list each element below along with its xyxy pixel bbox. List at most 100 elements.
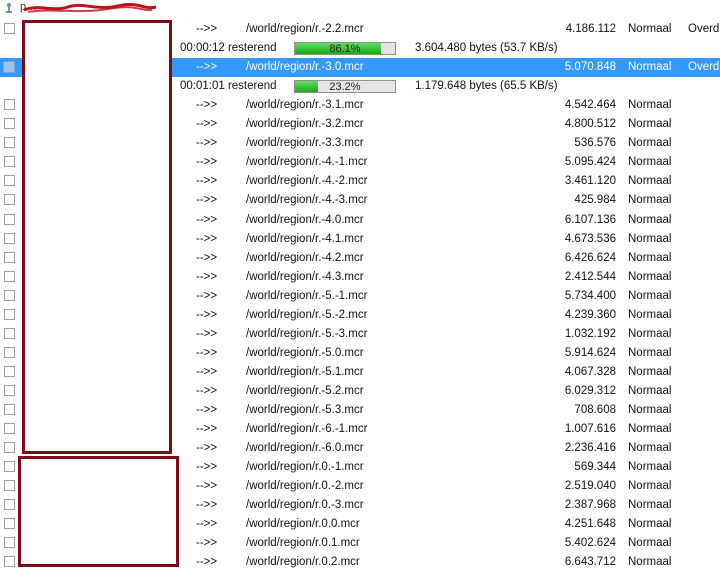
row-checkbox[interactable]	[4, 156, 15, 168]
remote-file-path: /world/region/r.-5.-2.mcr	[246, 308, 368, 321]
row-checkbox[interactable]	[4, 327, 15, 339]
file-size: 425.984	[574, 194, 616, 207]
time-remaining: 00:01:01 resterend	[180, 80, 277, 93]
remote-file-path: /world/region/r.-5.1.mcr	[246, 365, 364, 378]
file-size: 4.186.112	[565, 23, 616, 35]
row-checkbox[interactable]	[4, 365, 15, 377]
direction-arrow: -->>	[196, 461, 218, 474]
bytes-transferred: 3.604.480 bytes (53.7 KB/s)	[415, 42, 558, 55]
row-checkbox[interactable]	[4, 499, 15, 511]
remote-file-path: /world/region/r.-2.2.mcr	[246, 23, 364, 35]
row-checkbox[interactable]	[3, 61, 15, 74]
direction-arrow: -->>	[196, 270, 218, 283]
redaction-box-lower	[18, 456, 179, 567]
row-checkbox[interactable]	[4, 251, 15, 263]
file-size: 5.402.624	[564, 537, 616, 550]
file-size: 6.029.312	[564, 384, 616, 397]
direction-arrow: -->>	[196, 423, 218, 436]
priority: Normaal	[628, 346, 672, 359]
file-size: 5.095.424	[564, 156, 616, 169]
row-checkbox[interactable]	[4, 118, 15, 130]
file-size: 4.251.648	[564, 518, 616, 531]
direction-arrow: -->>	[196, 346, 218, 359]
remote-file-path: /world/region/r.0.-3.mcr	[246, 499, 364, 512]
queue-header-row: p…	[0, 0, 720, 18]
row-checkbox[interactable]	[4, 423, 15, 435]
direction-arrow: -->>	[196, 61, 218, 74]
row-checkbox[interactable]	[4, 99, 15, 111]
remote-file-path: /world/region/r.-4.2.mcr	[246, 251, 364, 264]
redaction-scribble	[23, 2, 157, 13]
row-checkbox[interactable]	[4, 442, 15, 454]
time-remaining: 00:00:12 resterend	[180, 42, 277, 55]
progress-percent: 86.1%	[329, 43, 361, 56]
priority: Normaal	[628, 213, 672, 226]
file-size: 6.107.136	[564, 213, 616, 226]
direction-arrow: -->>	[196, 194, 218, 207]
row-checkbox[interactable]	[4, 23, 15, 34]
row-checkbox[interactable]	[4, 194, 15, 206]
row-checkbox[interactable]	[4, 289, 15, 301]
remote-file-path: /world/region/r.-5.-1.mcr	[246, 289, 368, 302]
file-size: 4.673.536	[564, 232, 616, 245]
row-checkbox[interactable]	[4, 346, 15, 358]
priority: Normaal	[628, 442, 672, 455]
row-checkbox[interactable]	[4, 480, 15, 492]
pin-icon	[6, 3, 12, 13]
row-checkbox[interactable]	[4, 518, 15, 530]
row-checkbox[interactable]	[4, 270, 15, 282]
transfer-status: Overd	[688, 23, 720, 35]
row-checkbox[interactable]	[4, 232, 15, 244]
direction-arrow: -->>	[196, 156, 218, 169]
file-size: 4.800.512	[564, 118, 616, 131]
row-checkbox[interactable]	[4, 175, 15, 187]
bytes-transferred: 1.179.648 bytes (65.5 KB/s)	[415, 80, 558, 93]
direction-arrow: -->>	[196, 404, 218, 416]
direction-arrow: -->>	[196, 480, 218, 493]
priority: Normaal	[628, 175, 672, 188]
priority: Normaal	[628, 232, 672, 245]
file-size: 5.734.400	[564, 289, 616, 302]
direction-arrow: -->>	[196, 537, 218, 550]
row-checkbox[interactable]	[4, 537, 15, 549]
priority: Normaal	[628, 480, 672, 493]
file-size: 2.519.040	[564, 480, 616, 493]
direction-arrow: -->>	[196, 499, 218, 512]
remote-file-path: /world/region/r.-5.2.mcr	[246, 384, 364, 397]
priority: Normaal	[628, 537, 672, 550]
file-size: 536.576	[574, 137, 616, 150]
row-checkbox[interactable]	[4, 308, 15, 320]
row-checkbox[interactable]	[4, 404, 15, 415]
row-checkbox[interactable]	[4, 461, 15, 473]
priority: Normaal	[628, 23, 672, 35]
row-checkbox[interactable]	[4, 213, 15, 225]
direction-arrow: -->>	[196, 137, 218, 150]
row-checkbox[interactable]	[4, 137, 15, 149]
row-checkbox[interactable]	[4, 556, 15, 568]
row-checkbox[interactable]	[4, 384, 15, 396]
remote-file-path: /world/region/r.-5.-3.mcr	[246, 327, 368, 340]
transfer-status: Overd	[688, 61, 720, 74]
remote-file-path: /world/region/r.-4.0.mcr	[246, 213, 364, 226]
priority: Normaal	[628, 384, 672, 397]
progress-bar: 86.1%	[294, 42, 396, 56]
direction-arrow: -->>	[196, 213, 218, 226]
direction-arrow: -->>	[196, 118, 218, 131]
file-size: 1.007.616	[564, 423, 616, 436]
direction-arrow: -->>	[196, 308, 218, 321]
remote-file-path: /world/region/r.0.-1.mcr	[246, 461, 364, 474]
priority: Normaal	[628, 556, 672, 569]
priority: Normaal	[628, 118, 672, 131]
priority: Normaal	[628, 518, 672, 531]
priority: Normaal	[628, 365, 672, 378]
remote-file-path: /world/region/r.-3.1.mcr	[246, 99, 364, 112]
remote-file-path: /world/region/r.-4.3.mcr	[246, 270, 364, 283]
direction-arrow: -->>	[196, 289, 218, 302]
priority: Normaal	[628, 156, 672, 169]
file-size: 2.412.544	[564, 270, 616, 283]
direction-arrow: -->>	[196, 556, 218, 569]
remote-file-path: /world/region/r.-5.0.mcr	[246, 346, 364, 359]
file-size: 6.426.624	[564, 251, 616, 264]
remote-file-path: /world/region/r.-4.-2.mcr	[246, 175, 368, 188]
file-size: 708.608	[574, 404, 616, 416]
